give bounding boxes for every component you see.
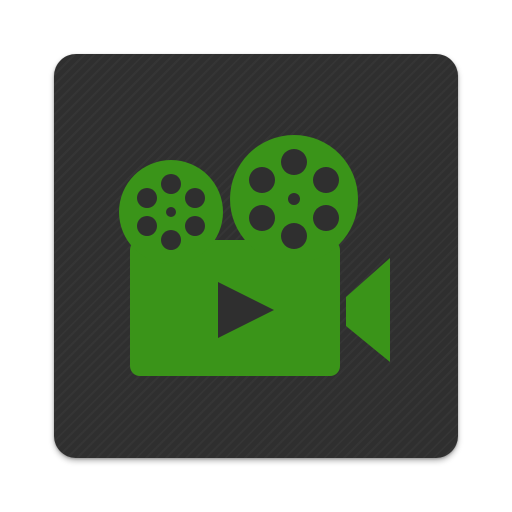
reel-left-hole — [137, 216, 157, 236]
icon-stage — [0, 0, 512, 512]
reel-left-hole — [137, 188, 157, 208]
reel-left-hole — [161, 230, 181, 250]
reel-right-hub — [288, 193, 300, 205]
reel-right-hole — [313, 167, 339, 193]
video-camera-icon — [119, 135, 390, 376]
reel-left-hole — [185, 216, 205, 236]
reel-left-hole — [185, 188, 205, 208]
camera-lens — [346, 258, 390, 362]
reel-right-hole — [281, 223, 307, 249]
reel-right-hole — [313, 205, 339, 231]
app-icon-tile[interactable] — [54, 54, 458, 458]
reel-right-hole — [249, 205, 275, 231]
reel-left-hub — [166, 207, 176, 217]
reel-right-hole — [281, 149, 307, 175]
reel-right-hole — [249, 167, 275, 193]
reel-left-hole — [161, 174, 181, 194]
